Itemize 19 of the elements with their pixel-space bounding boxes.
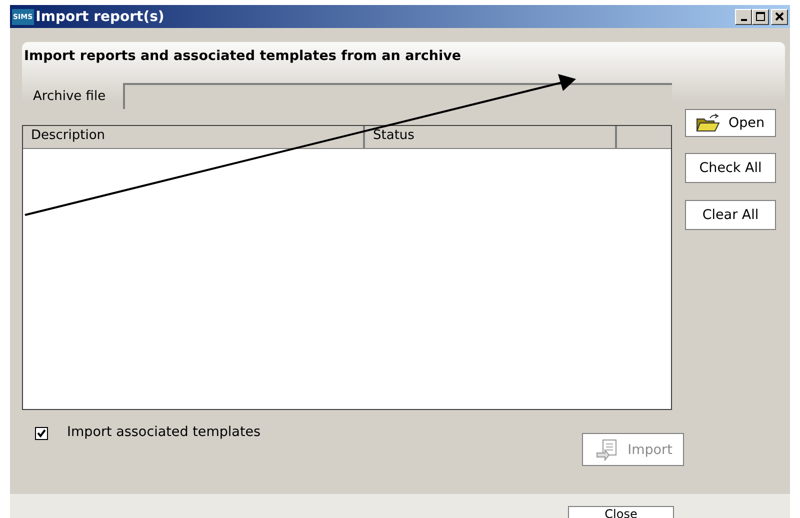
close-window-button[interactable] [771, 8, 788, 24]
column-header[interactable]: Description [23, 126, 365, 149]
checkbox-label: Import associated templates [67, 424, 261, 440]
side-button[interactable]: Open [685, 109, 776, 137]
folder-icon [696, 113, 720, 133]
field-label: Archive file [32, 88, 107, 104]
minimize-icon [740, 19, 746, 21]
archive-file-field[interactable] [123, 83, 672, 109]
panel-heading: Import reports and associated templates from an archive [23, 48, 462, 66]
close-button[interactable]: Close [568, 506, 674, 518]
maximize-button[interactable] [752, 8, 769, 24]
window-title: Import report(s) [36, 8, 166, 24]
side-button[interactable]: Clear All [685, 200, 776, 230]
minimize-button[interactable] [735, 8, 752, 24]
maximize-icon [755, 11, 766, 22]
checkbox[interactable] [35, 427, 48, 440]
column-header[interactable]: Status [365, 126, 617, 149]
close-icon [774, 11, 785, 22]
side-button[interactable]: Check All [685, 153, 776, 183]
